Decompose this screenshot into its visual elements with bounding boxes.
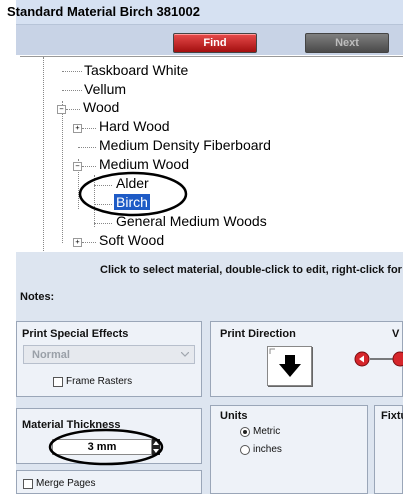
units-title: Units [220, 410, 248, 422]
fixture-title: Fixtu [381, 410, 403, 422]
merge-pages-checkbox[interactable] [23, 479, 33, 489]
metric-label: Metric [253, 426, 281, 437]
window-title: Standard Material Birch 381002 [7, 4, 200, 19]
tree-connector [82, 242, 96, 243]
tree-connector [62, 90, 82, 91]
tree-connector [94, 223, 112, 224]
inches-label: inches [253, 444, 282, 455]
expand-icon[interactable]: + [73, 124, 82, 133]
tree-connector [78, 147, 96, 148]
tree-connector [82, 166, 96, 167]
partial-panel-title: V [392, 328, 400, 340]
tree-item-medium-density-fiberboard[interactable]: Medium Density Fiberboard [99, 137, 271, 153]
tree-connector [66, 109, 80, 110]
tree-guide-line [62, 101, 63, 243]
tree-connector [82, 128, 96, 129]
tree-item-taskboard-white[interactable]: Taskboard White [84, 62, 188, 78]
print-direction-button[interactable] [267, 346, 312, 386]
tree-item-hard-wood[interactable]: Hard Wood [99, 118, 170, 134]
print-direction-title: Print Direction [220, 328, 296, 340]
notes-label: Notes: [20, 291, 55, 303]
metric-radio[interactable] [240, 427, 250, 437]
direction-slider[interactable] [354, 350, 403, 368]
effects-select-value: Normal [32, 349, 70, 361]
collapse-icon[interactable]: − [57, 105, 66, 114]
highlight-ellipse [48, 428, 164, 466]
tree-item-soft-wood[interactable]: Soft Wood [99, 232, 164, 248]
next-button[interactable]: Next [305, 33, 389, 53]
print-special-effects-title: Print Special Effects [22, 328, 129, 340]
inches-radio[interactable] [240, 445, 250, 455]
chevron-down-icon [181, 352, 189, 357]
frame-rasters-label: Frame Rasters [66, 376, 133, 387]
frame-rasters-checkbox[interactable] [53, 377, 63, 387]
tree-item-wood[interactable]: Wood [83, 99, 119, 115]
instruction-text: Click to select material, double-click t… [100, 264, 403, 276]
find-button[interactable]: Find [173, 33, 257, 53]
merge-pages-label: Merge Pages [36, 478, 96, 489]
effects-select[interactable]: Normal [23, 345, 195, 364]
highlight-ellipse [78, 171, 188, 217]
down-arrow-icon [269, 348, 301, 377]
material-tree[interactable]: Taskboard White Vellum − Wood + Hard Woo… [20, 56, 403, 253]
tree-guide-line [43, 57, 44, 253]
tree-connector [62, 71, 82, 72]
expand-icon[interactable]: + [73, 238, 82, 247]
tree-item-vellum[interactable]: Vellum [84, 81, 126, 97]
